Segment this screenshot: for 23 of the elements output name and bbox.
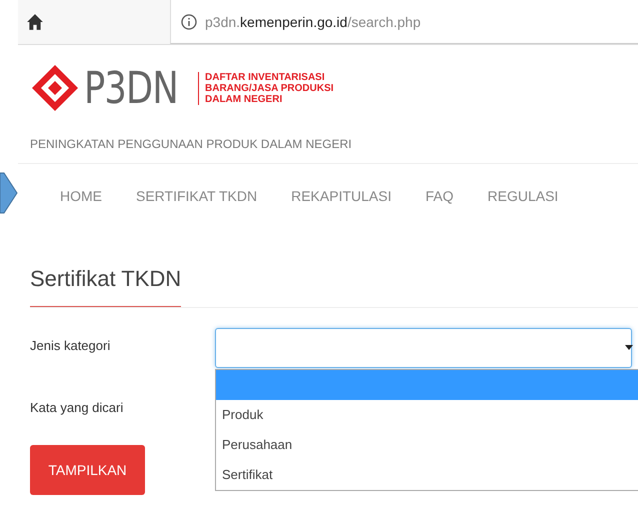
url-text: p3dn.kemenperin.go.id/search.php (205, 14, 421, 30)
dropdown-option[interactable]: Produk (216, 400, 638, 430)
nav-link[interactable]: REGULASI (488, 188, 558, 228)
dropdown-option[interactable]: Perusahaan (216, 430, 638, 460)
logo-subtitle: DAFTAR INVENTARISASI (205, 72, 326, 82)
nav-link[interactable]: SERTIFIKAT TKDN (136, 188, 258, 228)
dropdown-option[interactable]: Sertifikat (216, 460, 638, 490)
address-bar[interactable]: p3dn.kemenperin.go.id/search.php (170, 0, 638, 44)
nav-link[interactable]: REKAPITULASI (291, 188, 392, 228)
info-icon[interactable] (181, 14, 197, 30)
logo-icon (30, 63, 80, 113)
field-label: Jenis kategori (30, 337, 112, 355)
home-icon[interactable] (26, 13, 44, 31)
page-heading: Sertifikat TKDN (30, 266, 182, 308)
tagline: PENINGKATAN PENGGUNAAN PRODUK DALAM NEGERI (30, 137, 353, 153)
show-button[interactable]: TAMPILKAN (30, 445, 145, 495)
caret-icon (625, 345, 633, 350)
logo-subtitle: DALAM NEGERI (205, 94, 284, 104)
nav-link[interactable]: HOME (60, 188, 102, 228)
logo-subtitle: BARANG/JASA PRODUKSI (205, 82, 334, 94)
arrow-icon (0, 171, 18, 215)
field-label: Kata yang dicari (30, 399, 124, 417)
nav-link[interactable]: FAQ (425, 188, 454, 228)
